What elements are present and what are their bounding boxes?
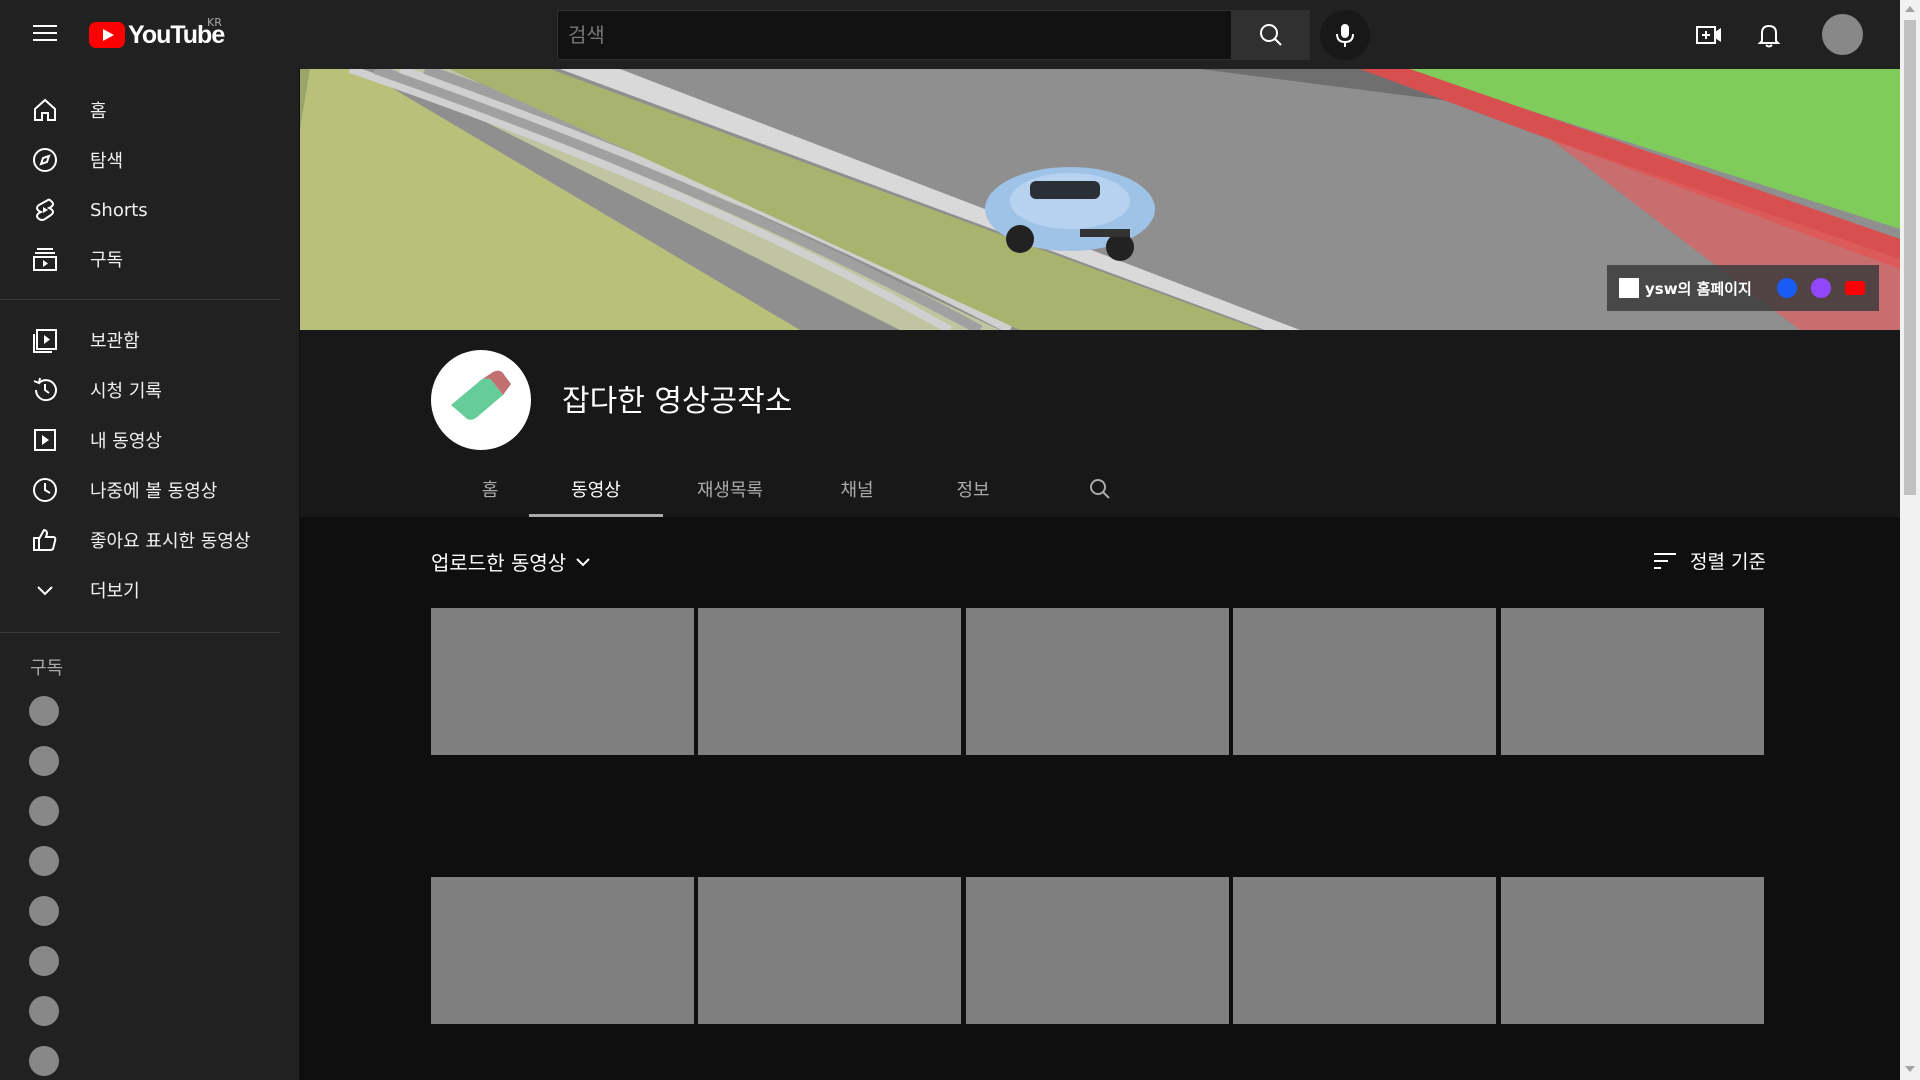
sidebar-item-label: 나중에 볼 동영상 bbox=[90, 481, 218, 502]
history-icon bbox=[33, 377, 57, 402]
sidebar-item-home[interactable]: 홈 bbox=[0, 86, 280, 134]
search-input[interactable] bbox=[558, 11, 1178, 59]
youtube-link-icon[interactable] bbox=[1844, 281, 1865, 295]
page-scrollbar[interactable] bbox=[1900, 0, 1920, 1080]
tab-videos[interactable]: 동영상 bbox=[529, 460, 663, 517]
subscription-channel-avatar[interactable] bbox=[29, 746, 59, 776]
tab-channels[interactable]: 채널 bbox=[827, 460, 887, 517]
sort-button[interactable]: 정렬 기준 bbox=[1652, 547, 1766, 574]
sidebar-item-library[interactable]: 보관함 bbox=[0, 316, 280, 364]
sidebar: 홈 탐색 Shorts 구독 보관함 시청 기록 내 동영상 나중에 볼 동영상… bbox=[0, 69, 299, 1080]
youtube-play-icon bbox=[89, 22, 125, 48]
link-icon[interactable] bbox=[1776, 278, 1797, 298]
top-bar: YouTube KR bbox=[0, 0, 1900, 69]
video-thumbnail[interactable] bbox=[1501, 877, 1764, 1024]
compass-icon bbox=[33, 148, 57, 172]
channel-banner: ysw의 홈페이지 bbox=[300, 69, 1900, 330]
sidebar-item-label: 보관함 bbox=[90, 331, 140, 352]
logo-region: KR bbox=[207, 16, 222, 29]
banner-links: ysw의 홈페이지 bbox=[1607, 265, 1879, 311]
tab-about[interactable]: 정보 bbox=[943, 460, 1003, 517]
sidebar-divider bbox=[0, 632, 280, 633]
video-thumbnail[interactable] bbox=[1501, 608, 1764, 755]
subscription-channel-avatar[interactable] bbox=[29, 946, 59, 976]
sidebar-item-watch-later[interactable]: 나중에 볼 동영상 bbox=[0, 466, 280, 514]
channel-name: 잡다한 영상공작소 bbox=[562, 384, 793, 419]
subscription-channel-avatar[interactable] bbox=[29, 896, 59, 926]
home-icon bbox=[34, 98, 56, 121]
search-button[interactable] bbox=[1231, 10, 1310, 60]
twitch-icon[interactable] bbox=[1810, 278, 1831, 298]
chevron-down-icon bbox=[576, 557, 590, 566]
tab-home[interactable]: 홈 bbox=[460, 460, 520, 517]
uploaded-videos-label: 업로드한 동영상 bbox=[431, 551, 567, 575]
tab-playlists[interactable]: 재생목록 bbox=[680, 460, 780, 517]
uploaded-videos-dropdown[interactable]: 업로드한 동영상 bbox=[431, 547, 594, 576]
youtube-logo[interactable]: YouTube KR bbox=[89, 16, 225, 50]
sidebar-item-explore[interactable]: 탐색 bbox=[0, 136, 280, 184]
search-icon bbox=[1260, 24, 1282, 46]
chevron-down-icon bbox=[37, 586, 53, 596]
videos-content: 업로드한 동영상 정렬 기준 bbox=[300, 517, 1900, 1080]
microphone-icon bbox=[1336, 24, 1354, 47]
scroll-down-arrow-icon[interactable] bbox=[1905, 1066, 1915, 1072]
create-video-icon[interactable] bbox=[1694, 20, 1724, 50]
sidebar-item-history[interactable]: 시청 기록 bbox=[0, 366, 280, 414]
channel-search-icon[interactable] bbox=[1080, 460, 1120, 517]
library-icon bbox=[33, 329, 57, 353]
homepage-link[interactable]: ysw의 홈페이지 bbox=[1645, 278, 1752, 299]
subscription-channel-avatar[interactable] bbox=[29, 1046, 59, 1076]
video-thumbnail[interactable] bbox=[1233, 877, 1496, 1024]
sidebar-item-label: 탐색 bbox=[90, 151, 124, 172]
sidebar-item-more[interactable]: 더보기 bbox=[0, 566, 280, 614]
account-avatar[interactable] bbox=[1822, 14, 1863, 55]
subscription-channel-avatar[interactable] bbox=[29, 796, 59, 826]
channel-avatar[interactable] bbox=[431, 350, 531, 450]
clock-icon bbox=[33, 478, 57, 502]
sidebar-divider bbox=[0, 299, 280, 300]
subscriptions-heading: 구독 bbox=[30, 658, 64, 679]
channel-logo bbox=[451, 370, 511, 420]
sidebar-item-my-videos[interactable]: 내 동영상 bbox=[0, 416, 280, 464]
video-thumbnail[interactable] bbox=[431, 877, 694, 1024]
voice-search-button[interactable] bbox=[1320, 10, 1370, 60]
subscriptions-icon bbox=[33, 248, 57, 271]
sidebar-item-label: 시청 기록 bbox=[90, 381, 162, 402]
menu-icon[interactable] bbox=[30, 20, 60, 50]
sidebar-item-label: 구독 bbox=[90, 250, 124, 271]
sidebar-item-label: 홈 bbox=[90, 101, 107, 122]
homepage-link-icon bbox=[1619, 278, 1639, 298]
search-box bbox=[557, 10, 1310, 60]
sort-icon bbox=[1654, 552, 1676, 569]
video-thumbnail[interactable] bbox=[431, 608, 694, 755]
subscription-channel-avatar[interactable] bbox=[29, 696, 59, 726]
play-icon bbox=[34, 429, 56, 451]
sort-label: 정렬 기준 bbox=[1690, 551, 1766, 573]
sidebar-item-label: Shorts bbox=[90, 199, 148, 221]
thumbs-up-icon bbox=[33, 528, 57, 551]
sidebar-item-liked-videos[interactable]: 좋아요 표시한 동영상 bbox=[0, 516, 280, 564]
channel-header: 잡다한 영상공작소 홈 동영상 재생목록 채널 정보 bbox=[300, 330, 1900, 517]
sidebar-item-label: 더보기 bbox=[90, 581, 140, 602]
sidebar-item-label: 좋아요 표시한 동영상 bbox=[90, 531, 251, 552]
notifications-icon[interactable] bbox=[1754, 20, 1784, 50]
video-thumbnail[interactable] bbox=[966, 608, 1229, 755]
sidebar-item-label: 내 동영상 bbox=[90, 431, 162, 452]
shorts-icon bbox=[36, 198, 54, 221]
scroll-thumb[interactable] bbox=[1904, 20, 1916, 495]
sidebar-item-subscriptions[interactable]: 구독 bbox=[0, 235, 280, 283]
subscription-channel-avatar[interactable] bbox=[29, 996, 59, 1026]
sidebar-item-shorts[interactable]: Shorts bbox=[0, 186, 280, 234]
video-thumbnail[interactable] bbox=[1233, 608, 1496, 755]
video-thumbnail[interactable] bbox=[698, 877, 961, 1024]
video-thumbnail[interactable] bbox=[698, 608, 961, 755]
scroll-up-arrow-icon[interactable] bbox=[1905, 6, 1915, 12]
subscription-channel-avatar[interactable] bbox=[29, 846, 59, 876]
video-thumbnail[interactable] bbox=[966, 877, 1229, 1024]
